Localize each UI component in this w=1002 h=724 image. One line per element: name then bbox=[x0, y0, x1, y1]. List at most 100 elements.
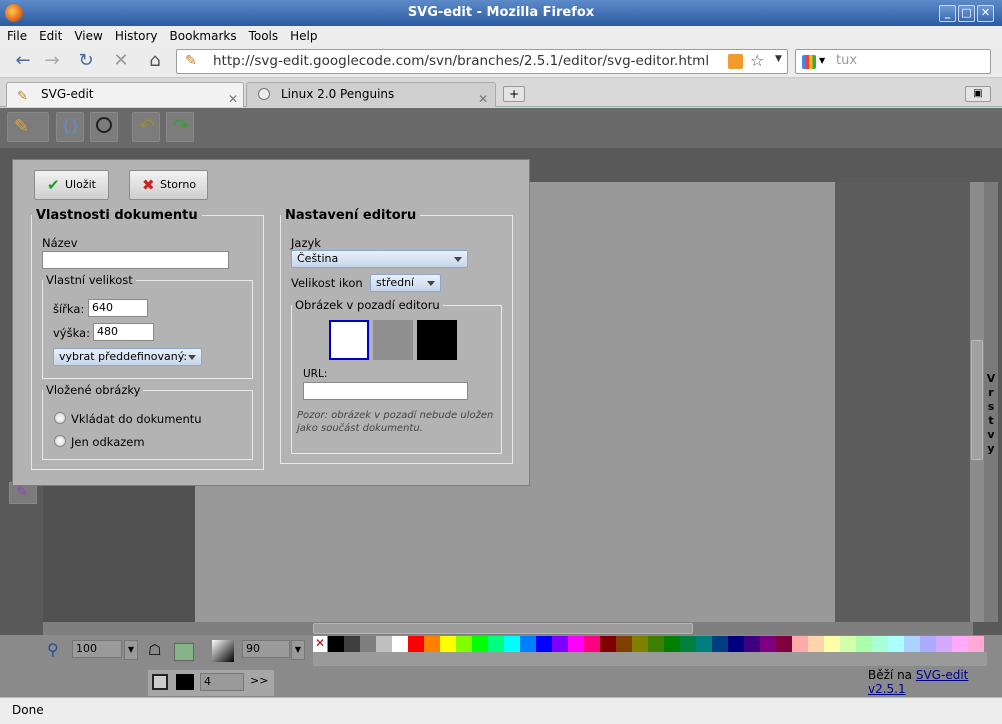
menu-tools[interactable]: Tools bbox=[242, 26, 284, 43]
height-input[interactable]: 480 bbox=[93, 323, 154, 341]
menu-edit[interactable]: Edit bbox=[32, 26, 67, 43]
palette-swatch[interactable] bbox=[728, 636, 744, 652]
palette-swatch[interactable] bbox=[968, 636, 984, 652]
close-button[interactable]: ✕ bbox=[977, 5, 994, 22]
stroke-color-swatch[interactable] bbox=[176, 674, 194, 690]
palette-swatch[interactable] bbox=[904, 636, 920, 652]
menu-bookmarks[interactable]: Bookmarks bbox=[163, 26, 242, 43]
search-input[interactable]: tux bbox=[836, 53, 857, 68]
palette-swatch[interactable] bbox=[344, 636, 360, 652]
palette-swatch[interactable] bbox=[664, 636, 680, 652]
menu-help[interactable]: Help bbox=[283, 26, 322, 43]
palette-swatch[interactable] bbox=[840, 636, 856, 652]
minimize-button[interactable]: _ bbox=[939, 5, 956, 22]
palette-swatch[interactable] bbox=[888, 636, 904, 652]
palette-swatch[interactable] bbox=[680, 636, 696, 652]
fill-color-swatch[interactable] bbox=[174, 643, 194, 661]
stop-icon[interactable]: ✕ bbox=[107, 49, 135, 75]
menu-view[interactable]: View bbox=[67, 26, 107, 43]
redo-icon[interactable]: ↷ bbox=[166, 112, 194, 142]
vertical-scrollbar[interactable] bbox=[970, 182, 984, 622]
palette-swatch[interactable] bbox=[600, 636, 616, 652]
palette-swatch[interactable] bbox=[776, 636, 792, 652]
tab-svg-edit[interactable]: ✎ SVG-edit ✕ bbox=[6, 82, 244, 107]
palette-swatch[interactable] bbox=[536, 636, 552, 652]
palette-swatch[interactable] bbox=[920, 636, 936, 652]
more-options-button[interactable]: >> bbox=[250, 674, 268, 687]
palette-swatch[interactable] bbox=[504, 636, 520, 652]
rss-feed-icon[interactable] bbox=[728, 54, 743, 69]
palette-swatch[interactable] bbox=[520, 636, 536, 652]
undo-icon[interactable]: ↶ bbox=[132, 112, 160, 142]
icon-size-select[interactable]: střední bbox=[370, 274, 441, 292]
bookmark-star-icon[interactable]: ☆ bbox=[750, 51, 764, 70]
home-icon[interactable]: ⌂ bbox=[141, 49, 169, 75]
url-dropdown-icon[interactable]: ▼ bbox=[775, 54, 782, 64]
cancel-button[interactable]: ✖ Storno bbox=[129, 170, 208, 200]
language-select[interactable]: Čeština bbox=[291, 250, 468, 268]
stroke-width-input[interactable]: 4 bbox=[200, 673, 244, 691]
palette-swatch[interactable] bbox=[824, 636, 840, 652]
list-all-tabs-button[interactable]: ▣ bbox=[965, 86, 991, 102]
horizontal-scroll-thumb[interactable] bbox=[313, 623, 693, 634]
zoom-input[interactable]: 100 bbox=[72, 640, 122, 658]
wireframe-icon[interactable] bbox=[90, 112, 118, 142]
palette-swatch[interactable] bbox=[376, 636, 392, 652]
palette-swatch[interactable] bbox=[936, 636, 952, 652]
palette-swatch[interactable] bbox=[456, 636, 472, 652]
palette-swatch[interactable] bbox=[632, 636, 648, 652]
background-url-input[interactable] bbox=[303, 382, 468, 400]
palette-swatch[interactable] bbox=[584, 636, 600, 652]
new-tab-button[interactable]: + bbox=[503, 86, 525, 102]
menu-history[interactable]: History bbox=[108, 26, 163, 43]
opacity-dropdown-icon[interactable]: ▼ bbox=[291, 640, 305, 660]
zoom-dropdown-icon[interactable]: ▼ bbox=[124, 640, 138, 660]
main-menu-icon[interactable]: ✎ bbox=[7, 112, 49, 142]
width-input[interactable]: 640 bbox=[88, 299, 148, 317]
palette-swatch[interactable] bbox=[472, 636, 488, 652]
palette-swatch[interactable] bbox=[952, 636, 968, 652]
palette-swatch[interactable] bbox=[408, 636, 424, 652]
no-color-swatch[interactable]: ✕ bbox=[313, 636, 327, 652]
document-title-input[interactable] bbox=[42, 251, 229, 269]
palette-swatch[interactable] bbox=[792, 636, 808, 652]
bg-white-swatch[interactable] bbox=[329, 320, 369, 360]
palette-swatch[interactable] bbox=[696, 636, 712, 652]
search-box[interactable]: ▼ tux bbox=[795, 49, 991, 74]
palette-swatch[interactable] bbox=[424, 636, 440, 652]
palette-swatch[interactable] bbox=[744, 636, 760, 652]
palette-swatch[interactable] bbox=[392, 636, 408, 652]
predefined-size-select[interactable]: vybrat předdefinovaný: bbox=[53, 348, 202, 366]
save-button[interactable]: ✔ Uložit bbox=[34, 170, 109, 200]
tab-linux-penguins[interactable]: Linux 2.0 Penguins ✕ bbox=[246, 82, 496, 107]
palette-swatch[interactable] bbox=[808, 636, 824, 652]
palette-swatch[interactable] bbox=[712, 636, 728, 652]
palette-swatch[interactable] bbox=[760, 636, 776, 652]
palette-swatch[interactable] bbox=[616, 636, 632, 652]
link-radio[interactable] bbox=[54, 435, 66, 447]
google-search-icon[interactable] bbox=[802, 55, 816, 69]
palette-swatch[interactable] bbox=[568, 636, 584, 652]
palette-swatch[interactable] bbox=[872, 636, 888, 652]
palette-swatch[interactable] bbox=[328, 636, 344, 652]
maximize-button[interactable]: □ bbox=[958, 5, 975, 22]
reload-icon[interactable]: ↻ bbox=[72, 49, 100, 75]
back-arrow-icon[interactable]: ← bbox=[9, 49, 37, 75]
menu-file[interactable]: File bbox=[0, 26, 32, 43]
palette-swatch[interactable] bbox=[488, 636, 504, 652]
bg-gray-swatch[interactable] bbox=[373, 320, 413, 360]
palette-swatch[interactable] bbox=[440, 636, 456, 652]
source-editor-icon[interactable]: {} bbox=[56, 112, 84, 142]
status-bar: Done bbox=[0, 697, 1002, 724]
opacity-input[interactable]: 90 bbox=[242, 640, 290, 658]
palette-swatch[interactable] bbox=[552, 636, 568, 652]
palette-swatch[interactable] bbox=[648, 636, 664, 652]
bg-black-swatch[interactable] bbox=[417, 320, 457, 360]
palette-swatch[interactable] bbox=[360, 636, 376, 652]
forward-arrow-icon[interactable]: → bbox=[38, 49, 66, 75]
vertical-scroll-thumb[interactable] bbox=[971, 340, 983, 460]
chevron-down-icon bbox=[454, 257, 462, 262]
palette-swatch[interactable] bbox=[856, 636, 872, 652]
search-engine-dropdown-icon[interactable]: ▼ bbox=[819, 56, 825, 65]
embed-radio[interactable] bbox=[54, 412, 66, 424]
